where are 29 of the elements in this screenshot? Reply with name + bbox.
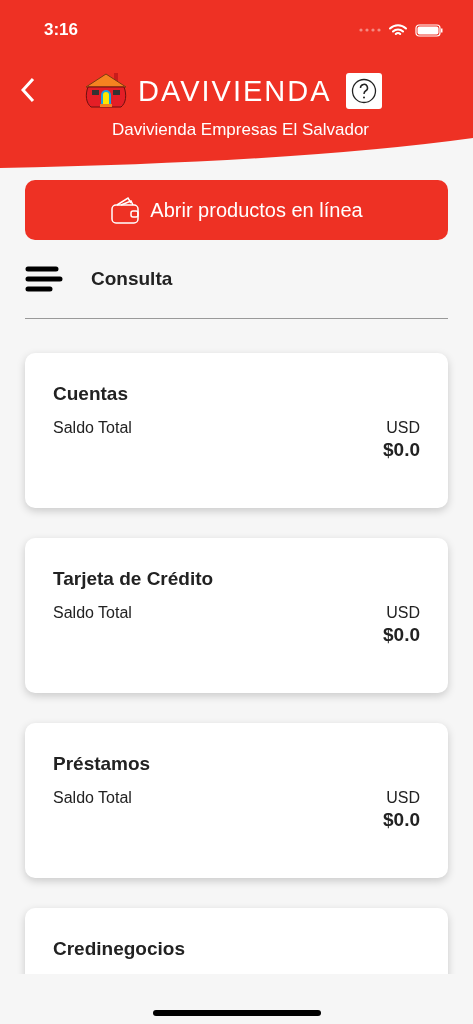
section-title: Consulta <box>91 268 173 290</box>
help-button[interactable] <box>345 73 382 109</box>
balance-label: Saldo Total <box>53 604 132 623</box>
balance-amount: $0.0 <box>383 624 420 646</box>
currency-label: USD <box>386 419 420 437</box>
header-subtitle: Davivienda Empresas El Salvador <box>111 120 370 140</box>
currency-label: USD <box>386 604 420 622</box>
balance-amount: $0.0 <box>383 809 420 831</box>
product-card[interactable]: Tarjeta de Crédito Saldo Total USD $0.0 <box>25 538 448 693</box>
balance-label: Saldo Total <box>53 789 132 808</box>
signal-icon <box>359 28 381 32</box>
balance-amount: $0.0 <box>383 439 420 461</box>
product-name: Credinegocios <box>53 938 186 960</box>
status-time: 3:16 <box>44 20 79 40</box>
battery-icon <box>415 23 443 37</box>
wallet-icon <box>110 195 141 225</box>
menu-icon[interactable] <box>25 266 63 292</box>
house-logo-icon <box>84 71 128 111</box>
product-card[interactable]: Cuentas Saldo Total USD $0.0 <box>25 353 448 508</box>
currency-label: USD <box>386 789 420 807</box>
logo-text: DAVIVIENDA <box>138 74 332 108</box>
product-name: Préstamos <box>53 753 152 775</box>
wifi-icon <box>389 23 407 37</box>
open-products-button[interactable]: Abrir productos en línea <box>25 180 448 240</box>
balance-label: Saldo Total <box>53 419 132 438</box>
product-card[interactable]: Credinegocios <box>25 908 448 974</box>
product-card[interactable]: Préstamos Saldo Total USD $0.0 <box>25 723 448 878</box>
product-name: Tarjeta de Crédito <box>53 568 215 590</box>
product-name: Cuentas <box>53 383 129 405</box>
